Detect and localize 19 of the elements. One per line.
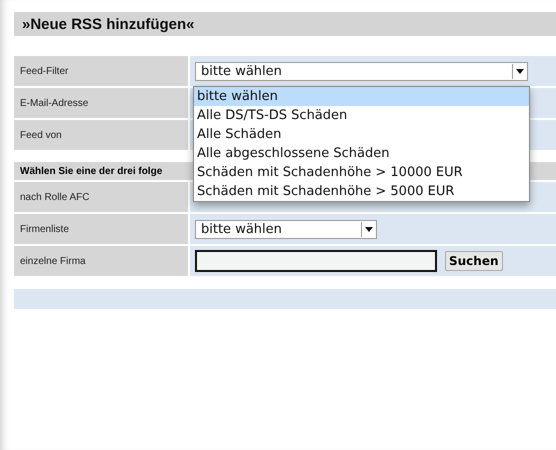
caret-icon	[516, 68, 524, 74]
select-field[interactable]: bitte wählen	[195, 220, 377, 238]
field-label: E-Mail-Adresse	[14, 88, 188, 118]
field-label: Feed von	[14, 120, 188, 150]
field-label: einzelne Firma	[14, 246, 188, 276]
field-label: Feed-Filter	[14, 56, 188, 86]
dropdown-option[interactable]: Schäden mit Schadenhöhe > 10000 EUR	[194, 163, 529, 182]
dropdown-option[interactable]: bitte wählen	[194, 87, 529, 106]
caret-icon	[365, 226, 373, 232]
select-field[interactable]: bitte wählen	[195, 62, 528, 80]
dropdown-option[interactable]: Schäden mit Schadenhöhe > 5000 EUR	[194, 182, 529, 201]
form-title: »Neue RSS hinzufügen«	[14, 12, 556, 36]
company-input[interactable]	[195, 250, 437, 272]
dropdown-option[interactable]: Alle DS/TS-DS Schäden	[194, 106, 529, 125]
field-label: Firmenliste	[14, 214, 188, 244]
field-label: nach Rolle AFC	[14, 182, 188, 212]
dropdown-option[interactable]: Alle abgeschlossene Schäden	[194, 144, 529, 163]
dropdown-option[interactable]: Alle Schäden	[194, 125, 529, 144]
search-button[interactable]: Suchen	[445, 251, 503, 271]
